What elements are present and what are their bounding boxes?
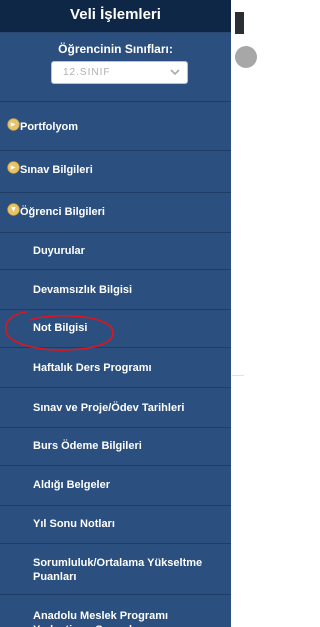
chevron-down-icon xyxy=(170,69,180,76)
menu-item-label: Aldığı Belgeler xyxy=(33,479,111,491)
content-area-edge xyxy=(232,0,244,627)
menu-item-sinav-bilgileri[interactable]: Sınav Bilgileri xyxy=(0,151,231,193)
menu-item-ogrenci-bilgileri[interactable]: Öğrenci Bilgileri xyxy=(0,193,231,233)
menu-item-haftalik-ders-programi[interactable]: Haftalık Ders Programı xyxy=(0,348,231,388)
menu-item-label: Sınav ve Proje/Ödev Tarihleri xyxy=(33,402,185,414)
menu-item-label: Portfolyom xyxy=(20,121,79,133)
grade-select[interactable]: 12.SINIF xyxy=(51,61,188,84)
menu-item-yil-sonu-notlari[interactable]: Yıl Sonu Notları xyxy=(0,506,231,544)
menu-item-label: Yıl Sonu Notları xyxy=(33,518,115,530)
menu-item-label: Öğrenci Bilgileri xyxy=(20,206,105,218)
sidebar-header: Veli İşlemleri xyxy=(0,0,231,33)
menu-item-anadolu-meslek-programi[interactable]: Anadolu Meslek Programı Yerleştirme Sonu… xyxy=(0,595,231,627)
menu-item-label: Duyurular xyxy=(33,245,85,257)
menu-item-label: Not Bilgisi xyxy=(33,322,88,334)
menu-item-sorumluluk-ortalama-yukseltme-puanlari[interactable]: Sorumluluk/Ortalama Yükseltme Puanları xyxy=(0,544,231,595)
menu-item-label: Sorumluluk/Ortalama Yükseltme Puanları xyxy=(33,557,203,583)
menu-item-duyurular[interactable]: Duyurular xyxy=(0,233,231,270)
menu-item-label: Haftalık Ders Programı xyxy=(33,362,152,374)
divider xyxy=(232,375,244,376)
menu-item-portfolyom[interactable]: Portfolyom xyxy=(0,109,231,151)
menu-item-not-bilgisi[interactable]: Not Bilgisi xyxy=(0,310,231,348)
divider xyxy=(0,101,231,102)
grade-select-label: Öğrencinin Sınıfları: xyxy=(58,42,173,56)
menu-item-label: Sınav Bilgileri xyxy=(20,164,93,176)
collapse-bullet-icon xyxy=(7,203,20,216)
menu-item-devamsizlik-bilgisi[interactable]: Devamsızlık Bilgisi xyxy=(0,270,231,310)
grade-select-value: 12.SINIF xyxy=(63,67,111,78)
sidebar-title: Veli İşlemleri xyxy=(70,6,161,23)
menu-item-aldigi-belgeler[interactable]: Aldığı Belgeler xyxy=(0,466,231,506)
menu-item-burs-odeme-bilgileri[interactable]: Burs Ödeme Bilgileri xyxy=(0,428,231,466)
expand-bullet-icon xyxy=(7,118,20,131)
menu-item-label: Burs Ödeme Bilgileri xyxy=(33,440,142,452)
content-circle-fragment xyxy=(235,46,257,68)
sidebar: Veli İşlemleri Öğrencinin Sınıfları: 12.… xyxy=(0,0,231,627)
menu-item-label: Devamsızlık Bilgisi xyxy=(33,284,133,296)
menu-item-sinav-ve-proje-odev-tarihleri[interactable]: Sınav ve Proje/Ödev Tarihleri xyxy=(0,388,231,428)
menu-item-label: Anadolu Meslek Programı Yerleştirme Sonu… xyxy=(33,610,169,627)
content-header-fragment xyxy=(235,12,244,34)
expand-bullet-icon xyxy=(7,161,20,174)
